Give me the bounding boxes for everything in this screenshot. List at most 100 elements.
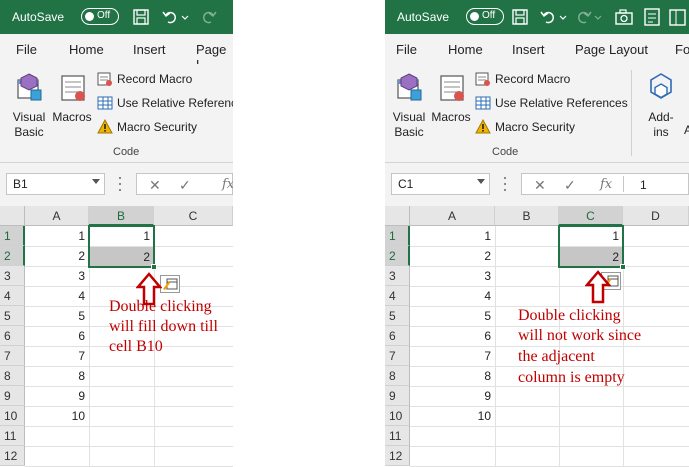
row-header-4[interactable]: 4 [385,286,410,306]
sort-icon[interactable] [668,6,688,28]
fill-handle[interactable] [151,264,157,270]
row-header-1[interactable]: 1 [0,226,25,246]
row-header-8[interactable]: 8 [385,366,410,386]
tab-home[interactable]: Home [69,42,104,57]
select-all-corner[interactable] [0,206,25,226]
cell-a3[interactable]: 3 [25,266,89,286]
cell-a4[interactable]: 4 [410,286,495,306]
selection-range[interactable] [88,225,155,268]
formula-bar-grip[interactable] [118,173,122,195]
cell-a3[interactable]: 3 [410,266,495,286]
add-ins-button[interactable]: Add- ins [643,70,679,140]
row-header-11[interactable]: 11 [385,426,410,446]
tab-page-layout[interactable]: Page Layout [575,42,648,57]
cell-a6[interactable]: 6 [25,326,89,346]
visual-basic-button[interactable]: Visual Basic [388,70,430,140]
row-header-7[interactable]: 7 [0,346,25,366]
cell-a5[interactable]: 5 [410,306,495,326]
formula-input[interactable]: ✕ ✓ fx 1 [521,173,689,195]
save-icon[interactable] [510,6,530,28]
fill-handle[interactable] [620,264,626,270]
row-header-7[interactable]: 7 [385,346,410,366]
row-header-12[interactable]: 12 [0,446,25,466]
cell-a10[interactable]: 10 [410,406,495,426]
row-header-12[interactable]: 12 [385,446,410,466]
tab-insert[interactable]: Insert [512,42,545,57]
column-header-a[interactable]: A [25,206,89,226]
name-box[interactable]: C1 [391,173,490,195]
cell-a1[interactable]: 1 [25,226,89,246]
form-icon[interactable] [642,6,662,28]
undo-icon[interactable] [538,6,558,28]
cell-a5[interactable]: 5 [25,306,89,326]
worksheet-grid[interactable]: A B C D 1 2 3 4 5 6 7 8 9 10 11 12 1 2 3… [385,206,689,467]
cell-a6[interactable]: 6 [410,326,495,346]
undo-dropdown-icon[interactable] [559,6,567,28]
row-header-3[interactable]: 3 [0,266,25,286]
cell-a10[interactable]: 10 [25,406,89,426]
row-header-5[interactable]: 5 [0,306,25,326]
redo-dropdown-icon[interactable] [594,6,602,28]
cell-a4[interactable]: 4 [25,286,89,306]
visual-basic-button[interactable]: Visual Basic [8,70,50,140]
row-header-6[interactable]: 6 [385,326,410,346]
row-header-2[interactable]: 2 [385,246,410,266]
row-header-9[interactable]: 9 [385,386,410,406]
row-header-5[interactable]: 5 [385,306,410,326]
enter-icon[interactable]: ✓ [179,177,191,194]
undo-dropdown-icon[interactable] [181,6,189,28]
cell-a9[interactable]: 9 [410,386,495,406]
tab-home[interactable]: Home [448,42,483,57]
tab-formulas[interactable]: Fo [675,42,689,57]
select-all-corner[interactable] [385,206,410,226]
cell-a2[interactable]: 2 [410,246,495,266]
cell-a8[interactable]: 8 [25,366,89,386]
tab-insert[interactable]: Insert [133,42,166,57]
column-header-a[interactable]: A [410,206,495,226]
redo-icon[interactable] [574,6,594,28]
formula-bar-grip[interactable] [503,173,507,195]
autosave-toggle[interactable]: Off [81,8,119,25]
camera-icon[interactable] [614,6,634,28]
cell-a8[interactable]: 8 [410,366,495,386]
cell-a1[interactable]: 1 [410,226,495,246]
row-header-10[interactable]: 10 [0,406,25,426]
column-header-d[interactable]: D [623,206,689,226]
macros-button[interactable]: Macros [429,70,473,125]
cell-a7[interactable]: 7 [410,346,495,366]
redo-icon[interactable] [199,6,219,28]
visual-basic-icon [17,73,42,101]
insert-function-icon[interactable]: fx [222,177,233,192]
worksheet-grid[interactable]: A B C 1 2 3 4 5 6 7 8 9 10 11 12 1 2 3 4… [0,206,233,467]
enter-icon[interactable]: ✓ [564,177,576,194]
cancel-icon[interactable]: ✕ [149,177,161,194]
row-header-8[interactable]: 8 [0,366,25,386]
cell-a2[interactable]: 2 [25,246,89,266]
quick-analysis-icon[interactable] [160,275,180,293]
name-box[interactable]: B1 [6,173,105,195]
save-icon[interactable] [131,6,151,28]
cancel-icon[interactable]: ✕ [534,177,546,194]
cell-a9[interactable]: 9 [25,386,89,406]
tab-file[interactable]: File [16,42,37,57]
column-header-b[interactable]: B [495,206,559,226]
column-header-c[interactable]: C [559,206,623,226]
selection-range[interactable] [558,225,624,268]
row-header-2[interactable]: 2 [0,246,25,266]
column-header-c[interactable]: C [154,206,233,226]
insert-function-icon[interactable]: fx [600,177,612,192]
row-header-11[interactable]: 11 [0,426,25,446]
row-header-9[interactable]: 9 [0,386,25,406]
formula-input[interactable]: ✕ ✓ fx [136,173,233,195]
cell-a7[interactable]: 7 [25,346,89,366]
row-header-1[interactable]: 1 [385,226,410,246]
row-header-3[interactable]: 3 [385,266,410,286]
undo-icon[interactable] [160,6,180,28]
row-header-10[interactable]: 10 [385,406,410,426]
tab-file[interactable]: File [396,42,417,57]
row-header-4[interactable]: 4 [0,286,25,306]
row-header-6[interactable]: 6 [0,326,25,346]
macros-button[interactable]: Macros [50,70,94,125]
column-header-b[interactable]: B [89,206,154,226]
autosave-toggle[interactable]: Off [466,8,504,25]
